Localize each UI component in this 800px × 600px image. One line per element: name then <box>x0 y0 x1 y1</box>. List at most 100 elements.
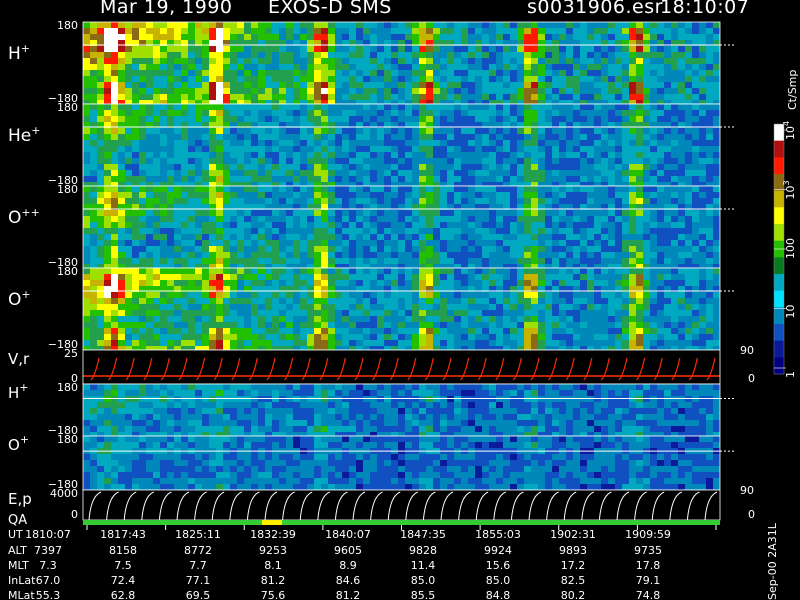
footer-cell: 82.5 <box>561 574 586 587</box>
colorbar-swatch <box>774 157 784 175</box>
ytick-right-bottom-ep: 0 <box>748 508 755 521</box>
ytick-right-top-ep: 90 <box>740 484 754 497</box>
colorbar-tick: 10 <box>784 305 797 319</box>
heatmap-cells-heplus-ang <box>83 104 720 188</box>
footer-cell: 79.1 <box>636 574 661 587</box>
footer-cell: 17.2 <box>561 559 586 572</box>
footer-cell: 9828 <box>409 544 437 557</box>
ytick-top-ep: 4000 <box>50 487 78 500</box>
colorbar-swatch <box>774 290 784 308</box>
colorbar-swatch <box>774 307 784 325</box>
colorbar-tick: 100 <box>784 238 797 259</box>
panel-label-oplus-2: O+ <box>8 433 29 454</box>
ytick-top-oplus-2: 180 <box>57 433 78 446</box>
colorbar-swatch <box>774 224 784 242</box>
footer-cell: 15.6 <box>486 559 511 572</box>
spectrogram-chart: H+180−180He+180−180O++180−180O+180−180V,… <box>8 19 799 600</box>
footer-cell: 80.2 <box>561 589 586 600</box>
panel-label-hplus-2: H+ <box>8 381 29 402</box>
heatmap-cells-oplusplus-ang <box>83 186 720 270</box>
footer-cell: 1825:11 <box>175 528 221 541</box>
footer-row-name-mlat: MLat <box>8 589 35 600</box>
footer-cell: 1810:07 <box>25 528 71 541</box>
footer-cell: 67.0 <box>36 574 61 587</box>
ytick-top-heplus-ang: 180 <box>57 101 78 114</box>
ep-bg <box>83 490 720 520</box>
heatmap-cells-hplus-ang <box>83 22 720 106</box>
footer-cell: 1832:39 <box>250 528 296 541</box>
panel-label-hplus-ang: H+ <box>8 42 30 64</box>
qa-bar <box>83 520 720 525</box>
heatmap-cells-oplus-2 <box>83 436 720 490</box>
footer-cell: 8158 <box>109 544 137 557</box>
colorbar-unit: Ct/Smp <box>786 70 799 110</box>
colorbar-swatch <box>774 357 784 375</box>
colorbar-swatch <box>774 190 784 208</box>
footer-cell: 84.8 <box>486 589 511 600</box>
footer-cell: 69.5 <box>186 589 211 600</box>
footer-cell: 9735 <box>634 544 662 557</box>
footer-cell: 1855:03 <box>475 528 521 541</box>
footer-cell: 9605 <box>334 544 362 557</box>
footer-cell: 1902:31 <box>550 528 596 541</box>
footer-cell: 8.1 <box>264 559 282 572</box>
footer-cell: 74.8 <box>636 589 661 600</box>
colorbar-tick: 104 <box>782 121 797 140</box>
ytick-top-vr: 25 <box>64 347 78 360</box>
footer-row-name-alt: ALT <box>8 544 27 557</box>
ytick-bottom-ep: 0 <box>71 508 78 521</box>
footer-cell: 81.2 <box>261 574 286 587</box>
side-label: Sep-00 2A31L <box>766 522 779 600</box>
footer-cell: 7.3 <box>39 559 57 572</box>
panel-label-oplusplus-ang: O++ <box>8 206 40 228</box>
footer-cell: 1840:07 <box>325 528 371 541</box>
ytick-top-oplus-ang: 180 <box>57 265 78 278</box>
footer-cell: 1817:43 <box>100 528 146 541</box>
footer-cell: 62.8 <box>111 589 136 600</box>
ytick-top-hplus-ang: 180 <box>57 19 78 32</box>
footer-cell: 7.7 <box>189 559 207 572</box>
footer-cell: 75.6 <box>261 589 286 600</box>
qa-bar-flag <box>262 520 282 525</box>
colorbar-tick: 103 <box>782 180 797 199</box>
footer-cell: 7.5 <box>114 559 132 572</box>
footer-cell: 8.9 <box>339 559 357 572</box>
ytick-top-hplus-2: 180 <box>57 381 78 394</box>
colorbar-swatch <box>774 207 784 225</box>
heatmap-cells-hplus-2 <box>83 384 720 438</box>
colorbar-tick: 1 <box>784 371 797 378</box>
panel-label-oplus-ang: O+ <box>8 288 31 310</box>
footer-cell: 1847:35 <box>400 528 446 541</box>
footer-cell: 81.2 <box>336 589 361 600</box>
footer-cell: 9253 <box>259 544 287 557</box>
footer-cell: 9893 <box>559 544 587 557</box>
panel-label-vr: V,r <box>8 350 30 368</box>
colorbar-swatch <box>774 340 784 358</box>
colorbar-swatch <box>774 257 784 275</box>
footer-cell: 9924 <box>484 544 512 557</box>
panel-label-ep: E,p <box>8 490 32 508</box>
footer-cell: 1909:59 <box>625 528 671 541</box>
footer-cell: 85.5 <box>411 589 436 600</box>
ytick-right-top-vr: 90 <box>740 344 754 357</box>
footer-cell: 84.6 <box>336 574 361 587</box>
ytick-top-oplusplus-ang: 180 <box>57 183 78 196</box>
footer-cell: 55.3 <box>36 589 61 600</box>
colorbar-swatch <box>774 274 784 292</box>
ytick-right-bottom-vr: 0 <box>748 372 755 385</box>
footer-cell: 17.8 <box>636 559 661 572</box>
footer-cell: 85.0 <box>486 574 511 587</box>
footer-row-name-mlt: MLT <box>8 559 29 572</box>
footer-cell: 8772 <box>184 544 212 557</box>
footer-cell: 85.0 <box>411 574 436 587</box>
footer-cell: 72.4 <box>111 574 136 587</box>
colorbar-swatch <box>774 140 784 158</box>
heatmap-cells-oplus-ang <box>83 268 720 352</box>
footer-row-name-inlat: InLat <box>8 574 36 587</box>
qa-label: QA <box>8 513 27 528</box>
footer-cell: 11.4 <box>411 559 436 572</box>
footer-cell: 7397 <box>34 544 62 557</box>
colorbar-swatch <box>774 324 784 342</box>
panel-label-heplus-ang: He+ <box>8 124 40 146</box>
footer-row-name-ut: UT <box>8 528 23 541</box>
